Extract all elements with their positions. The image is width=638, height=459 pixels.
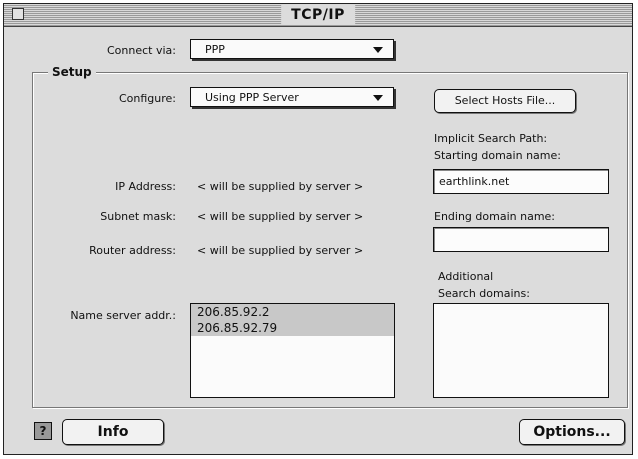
connect-via-popup[interactable]: PPP (190, 39, 394, 59)
tcpip-window: TCP/IP Connect via: PPP Setup Configure:… (3, 3, 633, 455)
starting-domain-label: Starting domain name: (434, 149, 561, 162)
subnet-mask-label: Subnet mask: (100, 210, 176, 223)
configure-popup[interactable]: Using PPP Server (190, 87, 394, 107)
options-button[interactable]: Options... (519, 419, 625, 445)
chevron-down-icon (373, 95, 383, 101)
list-item[interactable]: 206.85.92.79 (191, 320, 394, 336)
subnet-mask-value: < will be supplied by server > (197, 210, 364, 223)
setup-group-label: Setup (48, 64, 96, 80)
connect-via-value: PPP (205, 43, 225, 56)
info-button[interactable]: Info (62, 419, 164, 445)
help-icon[interactable]: ? (34, 422, 52, 440)
router-address-label: Router address: (89, 244, 176, 257)
search-domains-label: Search domains: (438, 287, 530, 300)
ip-address-value: < will be supplied by server > (197, 180, 364, 193)
title-bar[interactable]: TCP/IP (4, 4, 632, 27)
list-item[interactable]: 206.85.92.2 (191, 304, 394, 320)
chevron-down-icon (373, 47, 383, 53)
configure-value: Using PPP Server (205, 91, 299, 104)
additional-search-domains-list[interactable] (433, 303, 609, 398)
name-server-list[interactable]: 206.85.92.2 206.85.92.79 (190, 303, 395, 398)
connect-via-label: Connect via: (107, 44, 176, 57)
starting-domain-field[interactable]: earthlink.net (433, 169, 609, 194)
starting-domain-value: earthlink.net (439, 175, 510, 188)
ending-domain-label: Ending domain name: (434, 210, 556, 223)
router-address-value: < will be supplied by server > (197, 244, 364, 257)
close-box-icon[interactable] (12, 8, 24, 20)
implicit-search-path-label: Implicit Search Path: (434, 132, 548, 145)
ip-address-label: IP Address: (115, 180, 176, 193)
ending-domain-field[interactable] (433, 227, 609, 252)
window-title: TCP/IP (281, 5, 355, 25)
configure-label: Configure: (118, 92, 176, 105)
additional-label: Additional (438, 270, 494, 283)
select-hosts-file-button[interactable]: Select Hosts File... (434, 89, 576, 113)
name-server-label: Name server addr.: (70, 309, 176, 322)
